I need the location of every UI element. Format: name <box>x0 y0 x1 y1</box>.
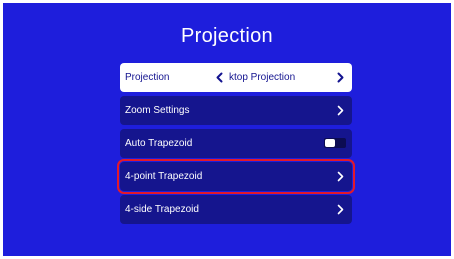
chevron-right-icon <box>335 171 346 182</box>
chevron-right-icon[interactable] <box>335 72 346 83</box>
menu-item-projection[interactable]: Projection ktop Projection <box>120 63 352 92</box>
settings-menu: Projection ktop Projection Zoom Settings <box>117 63 355 228</box>
menu-item-4-side-trapezoid[interactable]: 4-side Trapezoid <box>120 195 352 224</box>
auto-trapezoid-toggle[interactable] <box>324 138 346 148</box>
chevron-left-icon[interactable] <box>214 72 225 83</box>
menu-item-label: 4-point Trapezoid <box>125 171 203 182</box>
menu-item-label: Projection <box>125 72 170 83</box>
toggle-knob <box>325 139 335 147</box>
menu-item-auto-trapezoid[interactable]: Auto Trapezoid <box>120 129 352 158</box>
menu-item-4-point-trapezoid[interactable]: 4-point Trapezoid <box>117 159 355 194</box>
page-title: Projection <box>181 25 273 47</box>
menu-item-label: 4-side Trapezoid <box>125 204 199 215</box>
menu-item-zoom-settings[interactable]: Zoom Settings <box>120 96 352 125</box>
projection-value: ktop Projection <box>229 72 296 83</box>
menu-item-label: Auto Trapezoid <box>125 138 193 149</box>
projection-settings-screen: Projection Projection ktop Projection Zo… <box>0 0 454 259</box>
menu-item-label: Zoom Settings <box>125 105 190 116</box>
chevron-right-icon <box>335 105 346 116</box>
chevron-right-icon <box>335 204 346 215</box>
projection-value-selector[interactable]: ktop Projection <box>214 63 338 92</box>
